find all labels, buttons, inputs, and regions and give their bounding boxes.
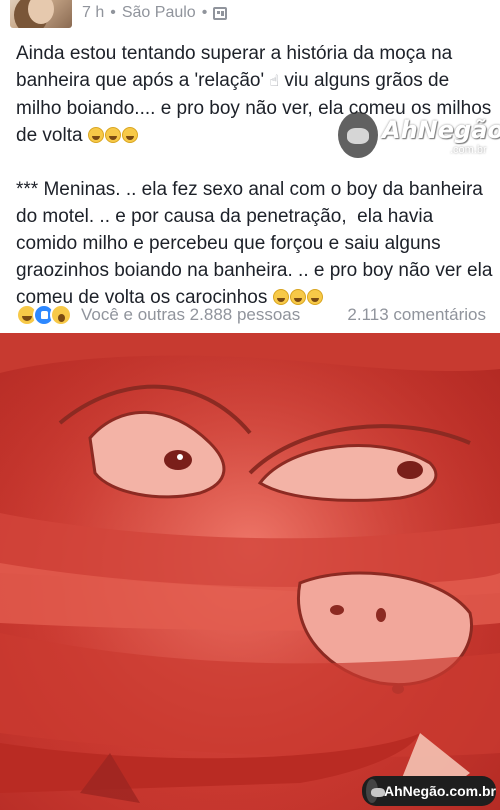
mascot-icon bbox=[366, 779, 385, 803]
watermark-badge: AhNegão.com.br bbox=[362, 776, 496, 806]
privacy-icon[interactable] bbox=[213, 6, 228, 20]
meta-separator: • bbox=[110, 4, 116, 21]
angry-frog-illustration bbox=[0, 333, 500, 810]
mascot-icon bbox=[338, 112, 378, 158]
post-image[interactable] bbox=[0, 333, 500, 810]
watermark-brand: AhNegão! bbox=[382, 116, 500, 144]
post-meta: 7 h • São Paulo • bbox=[82, 4, 228, 22]
pointing-hand-icon: ☝ bbox=[269, 73, 280, 90]
post-location[interactable]: São Paulo bbox=[122, 4, 196, 22]
comment-count[interactable]: 2.113 comentários bbox=[347, 305, 486, 325]
post-paragraph-2: *** Meninas. .. ela fez sexo anal com o … bbox=[16, 176, 494, 311]
reaction-summary[interactable]: Você e outras 2.888 pessoas bbox=[81, 305, 300, 325]
meta-separator: • bbox=[201, 4, 208, 21]
post-time[interactable]: 7 h bbox=[82, 4, 104, 22]
post-body: Ainda estou tentando superar a história … bbox=[16, 40, 494, 311]
watermark-domain: .com.br bbox=[450, 144, 487, 156]
post-header: 7 h • São Paulo • bbox=[0, 0, 500, 30]
laughing-emoji-icon bbox=[104, 127, 121, 143]
watermark-url: AhNegão.com.br bbox=[383, 783, 496, 799]
laughing-emoji-icon bbox=[121, 127, 138, 143]
paragraph-text: *** Meninas. .. ela fez sexo anal com o … bbox=[16, 179, 498, 308]
laughing-emoji-icon bbox=[87, 127, 104, 143]
avatar[interactable] bbox=[10, 0, 72, 28]
watermark-logo: AhNegão! .com.br bbox=[332, 110, 500, 162]
wow-reaction-icon[interactable] bbox=[50, 304, 72, 326]
reactions-bar[interactable]: Você e outras 2.888 pessoas 2.113 coment… bbox=[16, 301, 486, 329]
